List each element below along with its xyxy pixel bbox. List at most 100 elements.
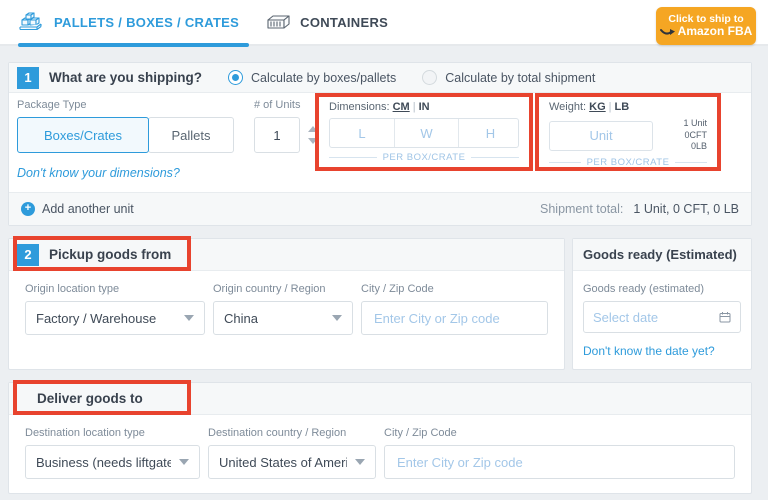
width-input[interactable] <box>394 119 458 147</box>
dimensions-label: Dimensions: <box>329 101 390 113</box>
dest-type-select[interactable]: Business (needs liftgate) <box>25 445 200 479</box>
section1-body: Package Type Boxes/Crates Pallets Don't … <box>9 93 751 193</box>
radio-calculate-by-total[interactable]: Calculate by total shipment <box>422 70 595 85</box>
origin-city-input[interactable] <box>361 301 548 335</box>
unit-separator: | <box>413 101 416 113</box>
weight-kg-toggle[interactable]: KG <box>589 101 606 113</box>
origin-type-column: Origin location type Factory / Warehouse <box>25 283 205 335</box>
dest-type-label: Destination location type <box>25 427 200 439</box>
section1-number-badge: 1 <box>17 67 39 89</box>
units-column: # of Units 1 <box>254 99 318 153</box>
chevron-down-icon <box>332 315 342 321</box>
height-input[interactable] <box>458 119 522 147</box>
dimensions-group-annotated: Dimensions: CM|IN PER BOX/CRATE <box>315 93 533 171</box>
dest-city-column: City / Zip Code <box>384 427 735 479</box>
unit-count-text: 1 Unit <box>683 118 707 130</box>
calendar-icon <box>719 311 731 323</box>
pallets-button[interactable]: Pallets <box>148 117 234 153</box>
dont-know-date-link[interactable]: Don't know the date yet? <box>583 344 715 358</box>
origin-country-select[interactable]: China <box>213 301 353 335</box>
unit-cft-text: 0CFT <box>683 130 707 142</box>
add-another-unit-link[interactable]: + Add another unit <box>21 202 134 216</box>
dest-country-value: United States of America <box>219 455 347 470</box>
origin-city-label: City / Zip Code <box>361 283 548 295</box>
section-pickup-goods-from: 2 Pickup goods from Origin location type… <box>8 238 565 370</box>
unit-lb-text: 0LB <box>683 141 707 153</box>
per-box-crate-label: PER BOX/CRATE <box>383 152 466 163</box>
section3-header: Deliver goods to <box>9 383 751 415</box>
package-type-column: Package Type Boxes/Crates Pallets Don't … <box>17 99 247 180</box>
boxes-crates-button[interactable]: Boxes/Crates <box>17 117 149 153</box>
origin-city-column: City / Zip Code <box>361 283 548 335</box>
section1-header: 1 What are you shipping? Calculate by bo… <box>9 63 751 93</box>
units-input[interactable]: 1 <box>254 117 300 153</box>
origin-country-value: China <box>224 311 258 326</box>
dont-know-dimensions-link[interactable]: Don't know your dimensions? <box>17 166 180 180</box>
shipment-total-value: 1 Unit, 0 CFT, 0 LB <box>633 202 739 216</box>
dest-type-value: Business (needs liftgate) <box>36 455 171 470</box>
radio-selected-icon[interactable] <box>228 70 243 85</box>
chevron-down-icon <box>179 459 189 465</box>
add-another-unit-label: Add another unit <box>42 202 134 216</box>
section2-form-row: Origin location type Factory / Warehouse… <box>9 271 564 335</box>
dimensions-in-toggle[interactable]: IN <box>419 101 430 113</box>
weight-lb-toggle[interactable]: LB <box>615 101 630 113</box>
dest-country-select[interactable]: United States of America <box>208 445 376 479</box>
package-type-label: Package Type <box>17 99 247 111</box>
section-deliver-goods-to: Deliver goods to Destination location ty… <box>8 382 752 494</box>
radio-boxes-label: Calculate by boxes/pallets <box>251 71 396 85</box>
goods-ready-body: Goods ready (estimated) Select date Don'… <box>573 271 751 358</box>
section1-footer: + Add another unit Shipment total: 1 Uni… <box>9 192 751 225</box>
lwh-input-group <box>329 118 519 148</box>
dest-type-column: Destination location type Business (need… <box>25 427 200 479</box>
shipment-total: Shipment total: 1 Unit, 0 CFT, 0 LB <box>540 202 739 216</box>
radio-unselected-icon[interactable] <box>422 70 437 85</box>
origin-country-label: Origin country / Region <box>213 283 353 295</box>
divider-line <box>329 157 377 158</box>
dest-city-input[interactable] <box>384 445 735 479</box>
section1-title: What are you shipping? <box>49 70 202 85</box>
package-type-toggle: Boxes/Crates Pallets <box>17 117 247 153</box>
divider-line <box>471 157 519 158</box>
plus-circle-icon: + <box>21 202 35 216</box>
goods-ready-title: Goods ready (Estimated) <box>583 247 737 262</box>
goods-ready-date-picker[interactable]: Select date <box>583 301 741 333</box>
weight-group-annotated: Weight: KG|LB 1 Unit 0CFT 0LB PER BOX/CR… <box>535 93 721 171</box>
origin-type-select[interactable]: Factory / Warehouse <box>25 301 205 335</box>
radio-total-label: Calculate by total shipment <box>445 71 595 85</box>
weight-label: Weight: <box>549 101 586 113</box>
dimensions-cm-toggle[interactable]: CM <box>393 101 410 113</box>
chevron-down-icon <box>184 315 194 321</box>
dest-country-label: Destination country / Region <box>208 427 376 439</box>
unit-summary-info: 1 Unit 0CFT 0LB <box>683 118 707 153</box>
divider-line <box>549 162 581 163</box>
section2-header: 2 Pickup goods from <box>9 239 564 271</box>
amazon-fba-button[interactable]: Click to ship to Amazon FBA <box>656 7 756 45</box>
dimensions-unit-row: Dimensions: CM|IN <box>329 101 519 113</box>
section-what-are-you-shipping: 1 What are you shipping? Calculate by bo… <box>8 62 752 226</box>
tab-containers[interactable]: CONTAINERS <box>265 0 414 44</box>
units-label: # of Units <box>254 99 318 111</box>
dest-city-label: City / Zip Code <box>384 427 735 439</box>
per-box-crate-row: PER BOX/CRATE <box>329 152 519 163</box>
per-box-crate-row: PER BOX/CRATE <box>549 157 707 168</box>
chevron-down-icon <box>355 459 365 465</box>
per-box-crate-label: PER BOX/CRATE <box>587 157 670 168</box>
unit-weight-input[interactable] <box>549 121 653 151</box>
length-input[interactable] <box>330 119 394 147</box>
calc-mode-radio-group: Calculate by boxes/pallets Calculate by … <box>228 70 595 85</box>
section-goods-ready: Goods ready (Estimated) Goods ready (est… <box>572 238 752 370</box>
origin-type-value: Factory / Warehouse <box>36 311 156 326</box>
tab-pallets-boxes-crates[interactable]: PALLETS / BOXES / CRATES <box>18 0 265 44</box>
fba-button-line2: Amazon FBA <box>678 25 753 39</box>
radio-calculate-by-boxes[interactable]: Calculate by boxes/pallets <box>228 70 396 85</box>
weight-unit-row: Weight: KG|LB <box>549 101 707 113</box>
top-tab-bar: PALLETS / BOXES / CRATES CONTAINERS Clic… <box>0 0 768 46</box>
origin-type-label: Origin location type <box>25 283 205 295</box>
section3-form-row: Destination location type Business (need… <box>9 415 751 479</box>
section3-title: Deliver goods to <box>17 391 143 406</box>
pallet-boxes-icon <box>18 11 46 33</box>
section2-number-badge: 2 <box>17 244 39 266</box>
date-placeholder: Select date <box>593 310 658 325</box>
origin-country-column: Origin country / Region China <box>213 283 353 335</box>
